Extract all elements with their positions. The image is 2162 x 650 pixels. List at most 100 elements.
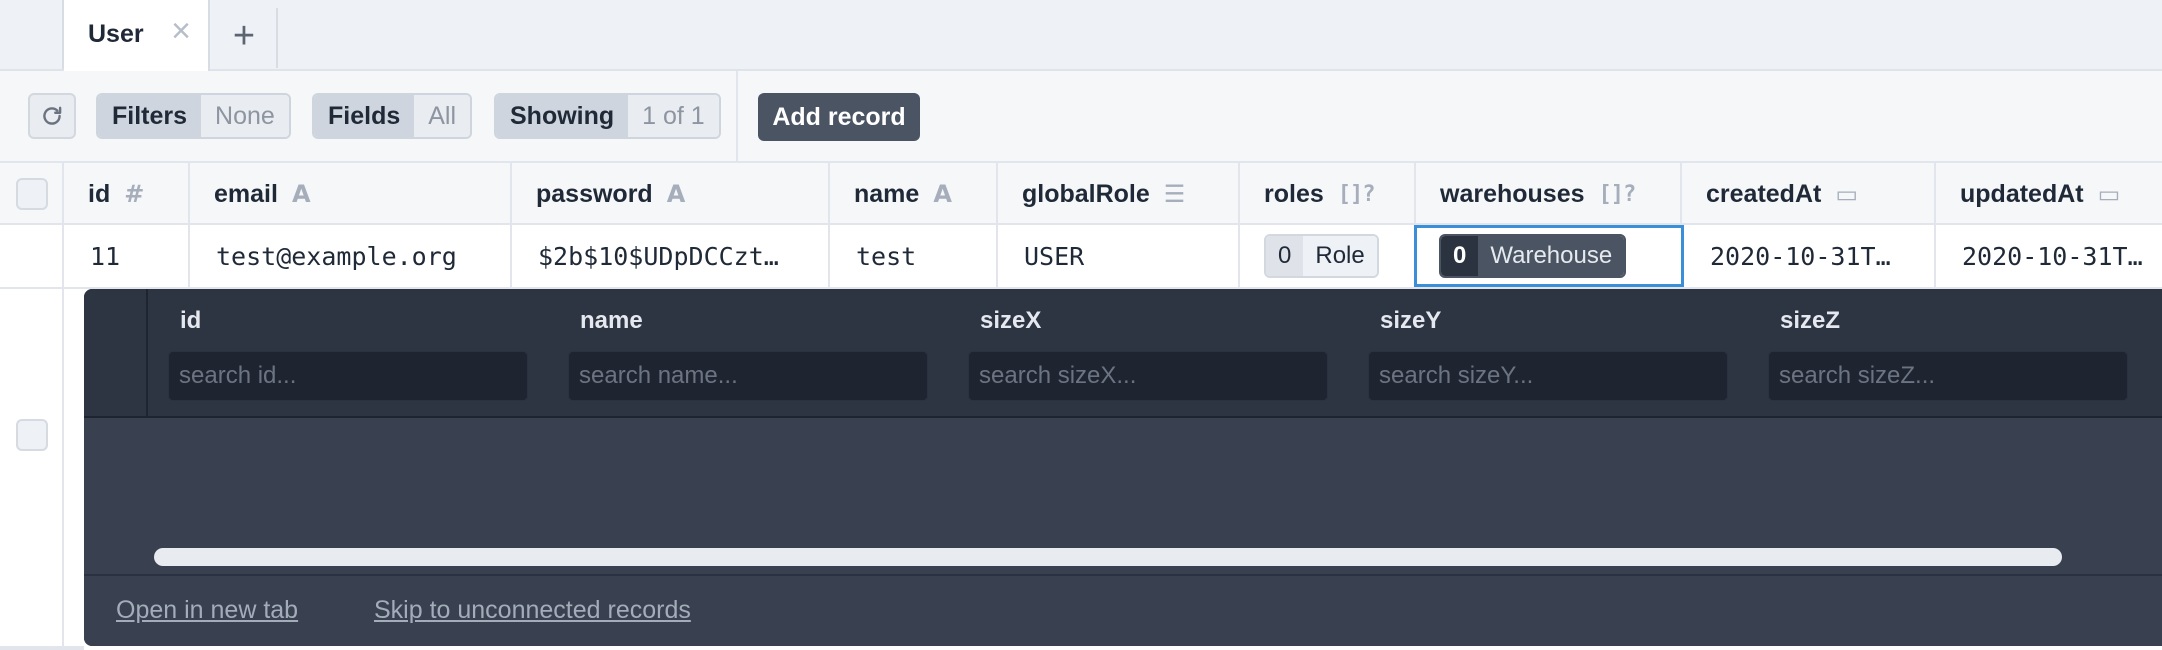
column-label: updatedAt [1960,179,2084,208]
showing-button[interactable]: Showing 1 of 1 [494,93,721,139]
cell-id[interactable]: 11 [64,225,190,287]
text-type-icon: A [933,180,952,208]
cell-globalrole[interactable]: USER [998,225,1240,287]
skip-to-unconnected-link[interactable]: Skip to unconnected records [374,596,691,625]
subcolumn-sizex: sizeX [968,289,1380,416]
search-id-input[interactable] [168,351,528,401]
cell-warehouses[interactable]: 0 Warehouse [1414,225,1684,287]
scrollbar-thumb[interactable] [154,548,2062,566]
cell-value: test@example.org [216,241,457,271]
tab-bar: User × + [0,0,2162,71]
divider [0,646,84,650]
panel-divider [146,289,148,416]
fields-value: All [414,95,471,137]
subcolumn-sizez: sizeZ [1768,289,2162,416]
column-label: roles [1264,179,1324,208]
column-label: createdAt [1706,179,1822,208]
cell-roles[interactable]: 0 Role [1240,225,1416,287]
relation-panel-footer: Open in new tab Skip to unconnected reco… [84,574,2162,646]
relation-label: Role [1303,236,1377,276]
showing-value: 1 of 1 [628,95,719,137]
column-label: id [88,179,111,208]
cell-name[interactable]: test [830,225,998,287]
grid-header: id # email A password A name A globalRol… [0,161,2162,225]
list-type-icon: []? [1337,181,1376,207]
relation-label: Warehouse [1478,236,1625,276]
column-label: warehouses [1440,179,1585,208]
column-header-id[interactable]: id # [64,163,190,225]
row-select-cell [0,225,64,287]
filters-button[interactable]: Filters None [96,93,291,139]
column-header-password[interactable]: password A [512,163,830,225]
cell-createdat[interactable]: 2020-10-31T… [1684,225,1936,287]
search-sizey-input[interactable] [1368,351,1728,401]
column-header-updatedat[interactable]: updatedAt ▭ [1936,163,2162,225]
fields-button[interactable]: Fields All [312,93,473,139]
add-record-button[interactable]: Add record [758,93,920,141]
subcolumn-label: name [580,307,643,334]
column-header-createdat[interactable]: createdAt ▭ [1682,163,1936,225]
column-label: password [536,179,653,208]
number-type-icon: # [124,180,145,208]
select-all-cell [0,163,64,225]
tab-user[interactable]: User × [64,0,210,71]
refresh-icon [43,106,62,125]
cell-updatedat[interactable]: 2020-10-31T… [1936,225,2162,287]
cell-value: 2020-10-31T… [1962,241,2143,271]
column-header-roles[interactable]: roles []? [1240,163,1416,225]
search-sizex-input[interactable] [968,351,1328,401]
column-header-warehouses[interactable]: warehouses []? [1416,163,1682,225]
cell-value: 2020-10-31T… [1710,241,1891,271]
subcolumn-name: name [568,289,980,416]
datetime-type-icon: ▭ [2097,180,2121,208]
enum-type-icon: ☰ [1163,180,1186,208]
column-label: globalRole [1022,179,1150,208]
relation-count: 0 [1266,236,1304,276]
list-type-icon: []? [1598,181,1637,207]
relation-panel-body [84,418,2162,574]
plus-icon[interactable]: + [220,14,268,58]
toolbar-divider [736,71,738,161]
cell-value: test [856,241,917,271]
datetime-type-icon: ▭ [1835,180,1859,208]
subcolumn-id: id [168,289,580,416]
fields-label: Fields [314,95,415,137]
search-name-input[interactable] [568,351,928,401]
cell-value: 11 [90,241,121,271]
column-header-name[interactable]: name A [830,163,998,225]
relation-panel: id name sizeX sizeY sizeZ Open in new ta… [84,289,2162,646]
text-type-icon: A [666,180,686,208]
table-row: 11 test@example.org $2b$10$UDpDCCzt… tes… [0,225,2162,289]
relation-panel-header: id name sizeX sizeY sizeZ [84,289,2162,418]
subcolumn-label: sizeZ [1780,307,1841,334]
tab-label: User [88,20,144,48]
showing-label: Showing [496,95,629,137]
toolbar: Filters None Fields All Showing 1 of 1 A… [0,71,2162,161]
cell-value: $2b$10$UDpDCCzt… [538,241,779,271]
filters-value: None [201,95,289,137]
subcolumn-label: sizeY [1380,307,1442,334]
row-gutter [0,289,64,650]
close-icon[interactable]: × [164,14,198,48]
subcolumn-label: sizeX [980,307,1042,334]
filters-label: Filters [98,95,202,137]
row-checkbox[interactable] [16,419,48,451]
horizontal-scrollbar[interactable] [154,548,2062,566]
relation-pill-roles[interactable]: 0 Role [1264,234,1379,278]
cell-password[interactable]: $2b$10$UDpDCCzt… [512,225,830,287]
text-type-icon: A [291,180,311,208]
column-header-globalrole[interactable]: globalRole ☰ [998,163,1240,225]
cell-value: USER [1024,241,1085,271]
search-sizez-input[interactable] [1768,351,2128,401]
open-in-new-tab-link[interactable]: Open in new tab [116,596,298,625]
column-header-email[interactable]: email A [190,163,512,225]
select-all-checkbox[interactable] [16,178,48,210]
relation-count: 0 [1441,236,1479,276]
subcolumn-sizey: sizeY [1368,289,1780,416]
tab-divider [276,8,278,68]
relation-pill-warehouses[interactable]: 0 Warehouse [1439,234,1627,278]
column-label: email [214,179,278,208]
refresh-button[interactable] [28,93,76,139]
subcolumn-label: id [180,307,202,334]
cell-email[interactable]: test@example.org [190,225,512,287]
